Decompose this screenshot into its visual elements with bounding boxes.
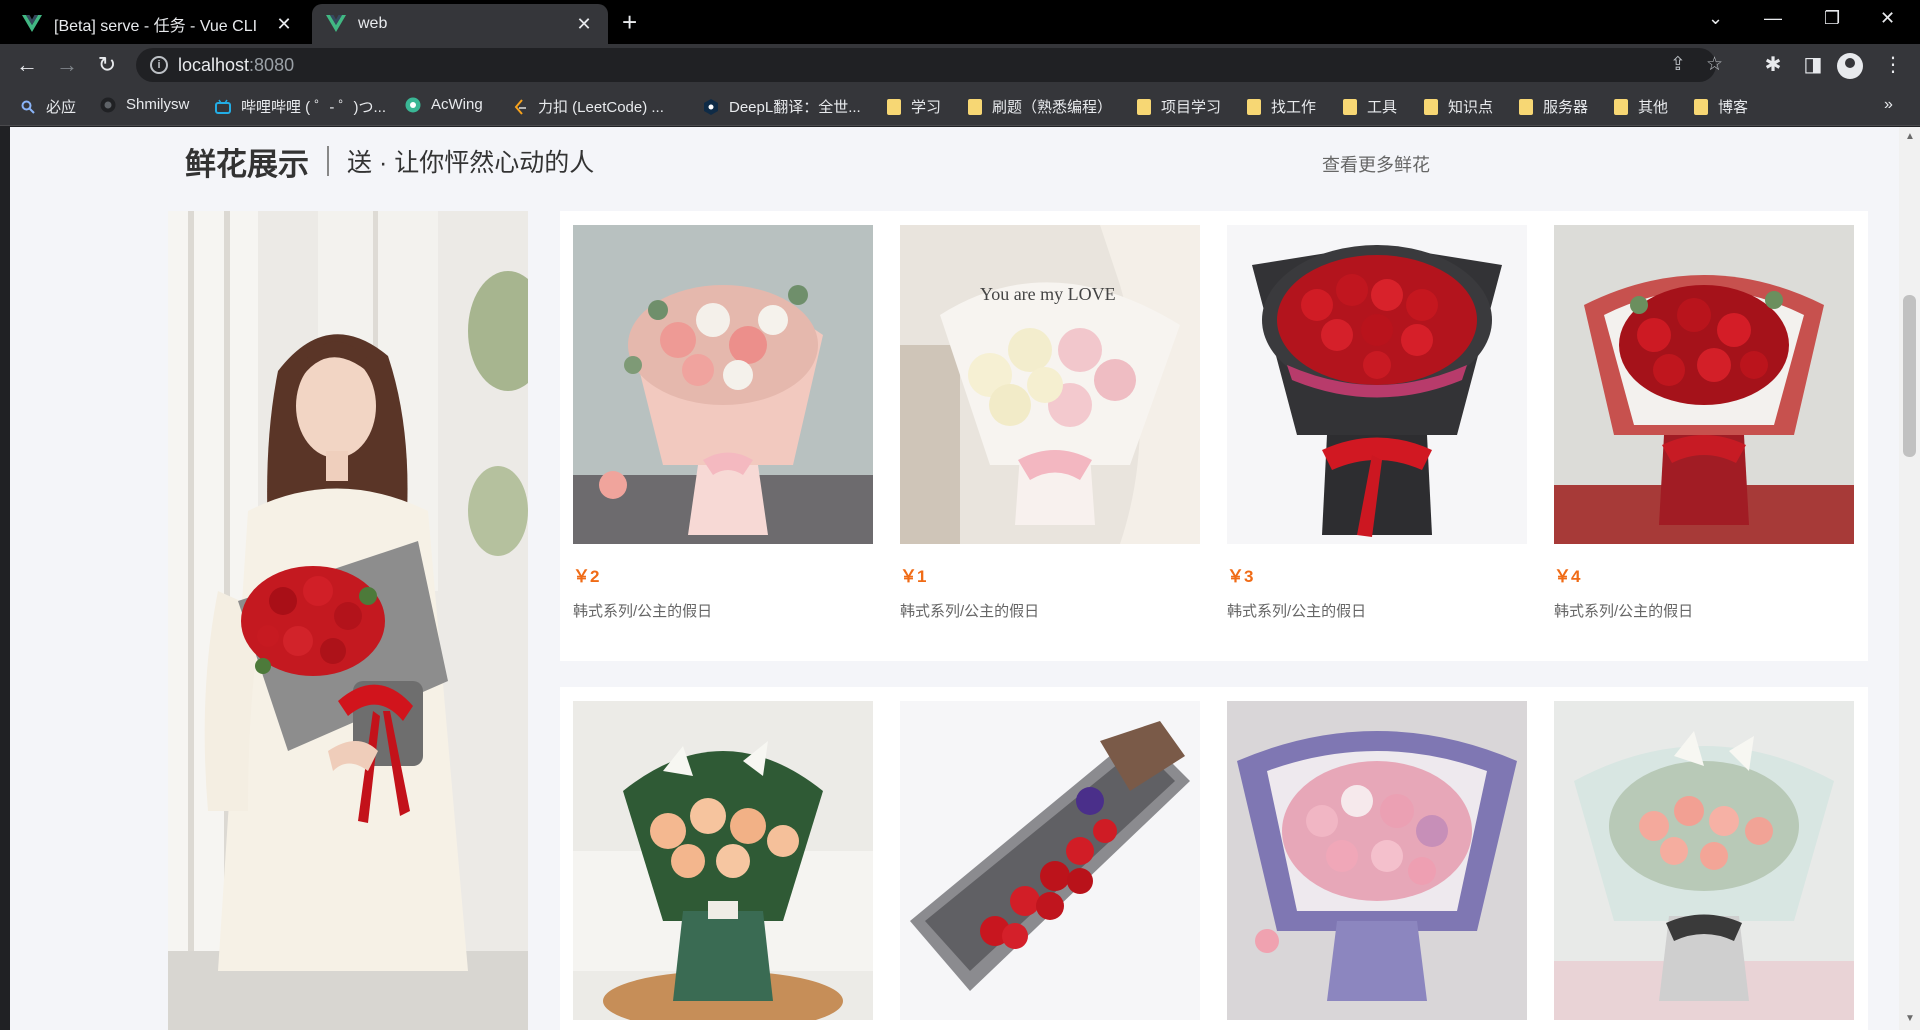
folder-icon xyxy=(1614,98,1628,115)
product-card[interactable]: ￥2 韩式系列/公主的假日 xyxy=(573,225,873,621)
bing-search-icon xyxy=(21,100,35,114)
window-close-icon[interactable]: ✕ xyxy=(1880,8,1895,28)
bookmark-bing[interactable]: 必应 xyxy=(20,96,76,117)
github-icon xyxy=(100,97,116,112)
bookmark-leetcode[interactable]: 力扣 (LeetCode) ... xyxy=(512,96,664,117)
woman-with-bouquet-image xyxy=(168,211,528,1030)
product-row-2 xyxy=(560,687,1868,1030)
close-icon[interactable]: ✕ xyxy=(274,14,294,35)
new-tab-plus-icon[interactable]: + xyxy=(622,8,637,36)
bookmarks-overflow-icon[interactable]: » xyxy=(1884,96,1893,114)
product-row-1: ￥2 韩式系列/公主的假日 You are my LOVE ￥1 韩式系列/公主… xyxy=(560,211,1868,661)
back-arrow-icon[interactable]: ← xyxy=(14,52,40,78)
bookmark-acwing[interactable]: AcWing xyxy=(405,96,483,113)
bookmarks-bar: 必应 Shmilysw 哔哩哔哩 ( ゜- ゜)つ... AcWing 力扣 (… xyxy=(0,86,1920,126)
product-card[interactable] xyxy=(1227,701,1527,1020)
product-name[interactable]: 韩式系列/公主的假日 xyxy=(1554,600,1854,621)
bookmark-folder-jobs[interactable]: 找工作 xyxy=(1247,96,1316,117)
product-card[interactable]: ￥4 韩式系列/公主的假日 xyxy=(1554,225,1854,621)
page-viewport: 鲜花展示 送 · 让你怦然心动的人 查看更多鲜花 ￥2 韩式系列/公主的假日 Y… xyxy=(0,127,1920,1030)
bookmark-deepl[interactable]: DeepL翻译：全世... xyxy=(703,96,861,117)
address-bar[interactable]: i localhost:8080 ⇪ ☆ xyxy=(136,48,1723,82)
product-image-lily-pink-rose-bouquet[interactable] xyxy=(1554,701,1854,1020)
bilibili-icon xyxy=(215,99,231,114)
bookmark-folder-practice[interactable]: 刷题（熟悉编程） xyxy=(968,96,1112,117)
product-image-red-rose-black-wrap[interactable] xyxy=(1227,225,1527,544)
vue-logo-icon xyxy=(326,15,346,32)
acwing-icon xyxy=(405,97,421,112)
product-price: ￥1 xyxy=(900,567,927,586)
tab-web[interactable]: web ✕ xyxy=(312,4,608,44)
product-image-pink-rose-bouquet[interactable] xyxy=(573,225,873,544)
folder-icon xyxy=(1424,98,1438,115)
product-card[interactable] xyxy=(573,701,873,1020)
bookmark-folder-blog[interactable]: 博客 xyxy=(1694,96,1748,117)
product-card[interactable] xyxy=(900,701,1200,1020)
product-card[interactable]: ￥3 韩式系列/公主的假日 xyxy=(1227,225,1527,621)
profile-avatar-icon[interactable] xyxy=(1837,53,1863,79)
product-name[interactable]: 韩式系列/公主的假日 xyxy=(900,600,1200,621)
folder-icon xyxy=(1137,98,1151,115)
share-icon[interactable]: ⇪ xyxy=(1670,55,1686,75)
product-image-white-pink-rose-bouquet[interactable]: You are my LOVE xyxy=(900,225,1200,544)
product-card[interactable] xyxy=(1554,701,1854,1020)
folder-icon xyxy=(968,98,982,115)
bookmark-folder-other[interactable]: 其他 xyxy=(1614,96,1668,117)
product-card[interactable]: You are my LOVE ￥1 韩式系列/公主的假日 xyxy=(900,225,1200,621)
scroll-up-arrow-icon[interactable]: ▲ xyxy=(1905,131,1915,142)
folder-icon xyxy=(1519,98,1533,115)
product-image-pink-rose-purple-wrap[interactable] xyxy=(1227,701,1527,1020)
product-name[interactable]: 韩式系列/公主的假日 xyxy=(573,600,873,621)
minimize-icon[interactable]: — xyxy=(1764,8,1782,28)
deepl-icon xyxy=(704,98,718,115)
folder-icon xyxy=(887,98,901,115)
site-info-icon[interactable]: i xyxy=(150,56,168,74)
product-image-red-rose-gift-box[interactable] xyxy=(900,701,1200,1020)
bookmark-github[interactable]: Shmilysw xyxy=(100,96,189,113)
view-more-link[interactable]: 查看更多鲜花 xyxy=(1322,151,1430,177)
section-subtitle: 送 · 让你怦然心动的人 xyxy=(347,149,595,177)
vertical-scrollbar[interactable]: ▲ ▼ xyxy=(1899,127,1920,1030)
scroll-down-arrow-icon[interactable]: ▼ xyxy=(1905,1013,1915,1024)
product-image-lily-champagne-rose-bouquet[interactable] xyxy=(573,701,873,1020)
promo-banner-image[interactable] xyxy=(168,211,528,1030)
reload-icon[interactable]: ↻ xyxy=(94,52,120,78)
restore-icon[interactable]: ❐ xyxy=(1824,8,1840,28)
extensions-puzzle-icon[interactable]: ✱ xyxy=(1760,53,1786,77)
product-price: ￥2 xyxy=(573,567,600,586)
bookmark-folder-server[interactable]: 服务器 xyxy=(1519,96,1588,117)
forward-arrow-icon[interactable]: → xyxy=(54,52,80,78)
menu-kebab-icon[interactable]: ⋮ xyxy=(1880,53,1906,77)
folder-icon xyxy=(1694,98,1708,115)
bookmark-bilibili[interactable]: 哔哩哔哩 ( ゜- ゜)つ... xyxy=(215,96,386,117)
product-price: ￥4 xyxy=(1554,567,1581,586)
product-price: ￥3 xyxy=(1227,567,1254,586)
close-icon[interactable]: ✕ xyxy=(574,14,594,35)
bookmark-folder-projects[interactable]: 项目学习 xyxy=(1137,96,1221,117)
scrollbar-thumb[interactable] xyxy=(1903,295,1916,457)
tab-search-chevron-icon[interactable]: ⌄ xyxy=(1708,8,1723,28)
bookmark-star-icon[interactable]: ☆ xyxy=(1706,55,1723,75)
product-name[interactable]: 韩式系列/公主的假日 xyxy=(1227,600,1527,621)
side-panel-icon[interactable]: ◨ xyxy=(1800,53,1826,77)
url-text: localhost:8080 xyxy=(178,55,295,75)
bookmark-folder-study[interactable]: 学习 xyxy=(887,96,941,117)
leetcode-icon xyxy=(514,98,526,115)
bookmark-folder-knowledge[interactable]: 知识点 xyxy=(1424,96,1493,117)
svg-text:You are my LOVE: You are my LOVE xyxy=(980,284,1116,304)
folder-icon xyxy=(1343,98,1357,115)
title-divider xyxy=(327,146,329,176)
browser-toolbar: ← → ↻ i localhost:8080 ⇪ ☆ ✱ ◨ ⋮ xyxy=(0,44,1920,86)
section-title: 鲜花展示 xyxy=(185,146,309,182)
product-image-red-rose-white-wrap[interactable] xyxy=(1554,225,1854,544)
section-header: 鲜花展示 送 · 让你怦然心动的人 xyxy=(185,141,595,182)
tab-title: [Beta] serve - 任务 - Vue CLI xyxy=(54,18,258,35)
vue-logo-icon xyxy=(22,15,42,32)
tab-vue-cli[interactable]: [Beta] serve - 任务 - Vue CLI ✕ xyxy=(8,4,308,44)
bookmark-folder-tools[interactable]: 工具 xyxy=(1343,96,1397,117)
tab-strip: [Beta] serve - 任务 - Vue CLI ✕ web ✕ + ⌄ … xyxy=(0,0,1920,44)
folder-icon xyxy=(1247,98,1261,115)
tab-title: web xyxy=(358,15,388,32)
